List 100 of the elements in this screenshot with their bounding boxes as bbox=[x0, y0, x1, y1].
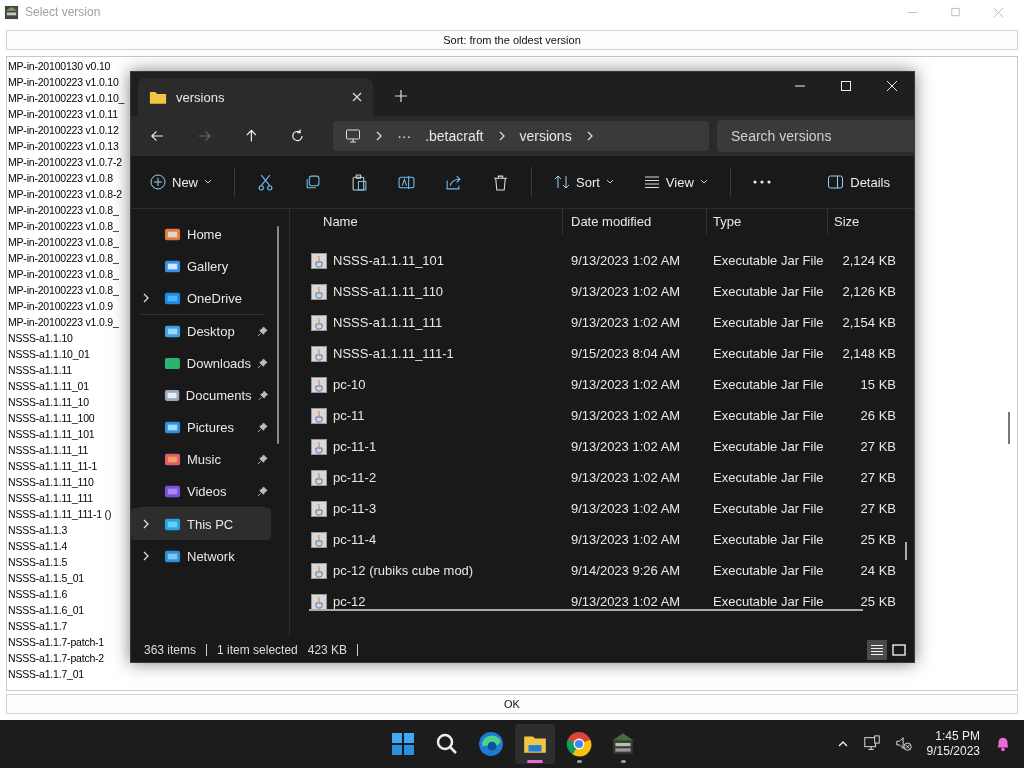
version-item[interactable]: MP-in-20100223 v1.0.8_ bbox=[7, 234, 119, 250]
file-name[interactable]: NSSS-a1.1.11_111 bbox=[333, 315, 443, 330]
sidebar-item[interactable]: Downloads bbox=[131, 347, 271, 379]
breadcrumb-overflow[interactable]: ··· bbox=[397, 128, 412, 144]
version-item[interactable]: MP-in-20100223 v1.0.13 bbox=[7, 138, 119, 154]
add-tab-icon[interactable] bbox=[395, 90, 407, 102]
version-item[interactable]: NSSS-a1.1.5_01 bbox=[7, 570, 84, 586]
breadcrumb-item[interactable]: .betacraft bbox=[425, 128, 484, 144]
version-item[interactable]: NSSS-a1.1.11_11-1 bbox=[7, 458, 98, 474]
back-icon[interactable] bbox=[150, 128, 165, 144]
version-item[interactable]: MP-in-20100223 v1.0.10 bbox=[7, 74, 119, 90]
up-icon[interactable] bbox=[243, 128, 259, 144]
version-item[interactable]: MP-in-20100223 v1.0.8-2 bbox=[7, 186, 122, 202]
pin-icon[interactable] bbox=[257, 325, 268, 337]
clock-date[interactable]: 9/15/2023 bbox=[926, 744, 980, 759]
chevron-right-icon[interactable] bbox=[142, 551, 150, 561]
column-header[interactable]: Date modified bbox=[563, 209, 707, 234]
file-name[interactable]: NSSS-a1.1.11_110 bbox=[333, 284, 444, 299]
folder-tab[interactable]: versions bbox=[138, 78, 373, 116]
sidebar-item[interactable]: Desktop bbox=[131, 315, 271, 347]
volume-muted-icon[interactable] bbox=[894, 735, 913, 753]
version-item[interactable]: MP-in-20100223 v1.0.8_ bbox=[7, 250, 119, 266]
pin-icon[interactable] bbox=[257, 453, 268, 465]
version-item[interactable]: MP-in-20100223 v1.0.7-2 bbox=[7, 154, 122, 170]
version-item[interactable]: MP-in-20100130 v0.10 bbox=[7, 58, 111, 74]
file-name[interactable]: pc-10 bbox=[333, 377, 366, 392]
column-header[interactable]: Type bbox=[707, 209, 828, 234]
file-name[interactable]: NSSS-a1.1.11_111-1 bbox=[333, 346, 454, 361]
file-name[interactable]: pc-11 bbox=[333, 408, 365, 423]
breadcrumb-item[interactable]: versions bbox=[519, 128, 572, 144]
new-button[interactable]: New bbox=[150, 174, 212, 190]
details-button[interactable]: Details bbox=[827, 174, 914, 190]
sidebar-item[interactable]: This PC bbox=[131, 508, 271, 540]
address-bar[interactable]: ··· .betacraft versions bbox=[333, 121, 709, 151]
version-item[interactable]: MP-in-20100223 v1.0.12 bbox=[7, 122, 119, 138]
pin-icon[interactable] bbox=[257, 485, 268, 497]
delete-icon[interactable] bbox=[492, 173, 509, 191]
pin-icon[interactable] bbox=[257, 389, 268, 401]
scrollbar-thumb[interactable] bbox=[309, 609, 863, 611]
clock-time[interactable]: 1:45 PM bbox=[935, 729, 980, 744]
version-item[interactable]: NSSS-a1.1.11 bbox=[7, 362, 72, 378]
cut-icon[interactable] bbox=[257, 173, 274, 191]
version-item[interactable]: NSSS-a1.1.11_11 bbox=[7, 442, 89, 458]
file-name[interactable]: pc-11-4 bbox=[333, 532, 377, 547]
ok-button[interactable]: OK bbox=[6, 694, 1018, 714]
version-item[interactable]: NSSS-a1.1.11_10 bbox=[7, 394, 89, 410]
sidebar-item[interactable]: Home bbox=[131, 218, 271, 250]
version-item[interactable]: NSSS-a1.1.10 bbox=[7, 330, 73, 346]
version-item[interactable]: NSSS-a1.1.6_01 bbox=[7, 602, 84, 618]
version-item[interactable]: MP-in-20100223 v1.0.8_ bbox=[7, 202, 119, 218]
pin-icon[interactable] bbox=[257, 421, 268, 433]
version-item[interactable]: NSSS-a1.1.6 bbox=[7, 586, 68, 602]
version-item[interactable]: NSSS-a1.1.3 bbox=[7, 522, 68, 538]
sidebar-item[interactable]: OneDrive bbox=[131, 282, 271, 314]
file-name[interactable]: NSSS-a1.1.11_101 bbox=[333, 253, 445, 268]
paste-icon[interactable] bbox=[351, 173, 368, 191]
sidebar-item[interactable]: Gallery bbox=[131, 250, 271, 282]
version-item[interactable]: MP-in-20100223 v1.0.8_ bbox=[7, 218, 119, 234]
version-item[interactable]: MP-in-20100223 v1.0.8_ bbox=[7, 282, 119, 298]
column-header[interactable]: Name bbox=[309, 209, 563, 234]
scrollbar-thumb[interactable] bbox=[1008, 412, 1010, 444]
sort-button[interactable]: Sort: from the oldest version bbox=[6, 30, 1018, 50]
more-icon[interactable] bbox=[752, 180, 771, 184]
version-item[interactable]: NSSS-a1.1.7_01 bbox=[7, 666, 84, 682]
taskbar-app[interactable] bbox=[515, 724, 555, 764]
rename-icon[interactable] bbox=[398, 173, 415, 191]
search-field[interactable]: Search versions bbox=[717, 120, 914, 152]
file-name[interactable]: pc-12 (rubiks cube mod) bbox=[333, 563, 474, 578]
version-item[interactable]: NSSS-a1.1.5 bbox=[7, 554, 68, 570]
sidebar-item[interactable]: Pictures bbox=[131, 411, 271, 443]
file-name[interactable]: pc-12 bbox=[333, 594, 366, 609]
version-item[interactable]: NSSS-a1.1.11_101 bbox=[7, 426, 95, 442]
maximize-icon[interactable] bbox=[840, 80, 852, 92]
sort-button[interactable]: Sort bbox=[554, 174, 614, 190]
view-button[interactable]: View bbox=[643, 174, 708, 190]
copy-icon[interactable] bbox=[304, 173, 321, 191]
version-item[interactable]: NSSS-a1.1.11_111 bbox=[7, 490, 93, 506]
share-icon[interactable] bbox=[445, 173, 462, 191]
chevron-right-icon[interactable] bbox=[142, 293, 150, 303]
version-item[interactable]: NSSS-a1.1.4 bbox=[7, 538, 68, 554]
version-item[interactable]: NSSS-a1.1.11_111-1 () bbox=[7, 506, 112, 522]
column-header[interactable]: Size bbox=[828, 209, 910, 234]
chevron-right-icon[interactable] bbox=[142, 519, 150, 529]
version-item[interactable]: MP-in-20100223 v1.0.8 bbox=[7, 170, 113, 186]
version-item[interactable]: MP-in-20100223 v1.0.11 bbox=[7, 106, 118, 122]
sidebar-item[interactable]: Music bbox=[131, 443, 271, 475]
version-item[interactable]: MP-in-20100223 v1.0.9 bbox=[7, 298, 113, 314]
version-item[interactable]: NSSS-a1.1.11_100 bbox=[7, 410, 95, 426]
version-item[interactable]: NSSS-a1.1.7-patch-2 bbox=[7, 650, 104, 666]
view-toggle[interactable] bbox=[867, 639, 887, 660]
close-icon[interactable] bbox=[352, 92, 362, 102]
version-item[interactable]: MP-in-20100223 v1.0.10_ bbox=[7, 90, 125, 106]
sidebar-item[interactable]: Network bbox=[131, 540, 271, 572]
sidebar-item[interactable]: Videos bbox=[131, 475, 271, 507]
network-icon[interactable] bbox=[862, 735, 881, 753]
version-item[interactable]: NSSS-a1.1.11_01 bbox=[7, 378, 89, 394]
version-item[interactable]: NSSS-a1.1.10_01 bbox=[7, 346, 90, 362]
version-item[interactable]: NSSS-a1.1.7-patch-1 bbox=[7, 634, 104, 650]
sidebar-item[interactable]: Documents bbox=[131, 379, 271, 411]
refresh-icon[interactable] bbox=[290, 128, 306, 144]
